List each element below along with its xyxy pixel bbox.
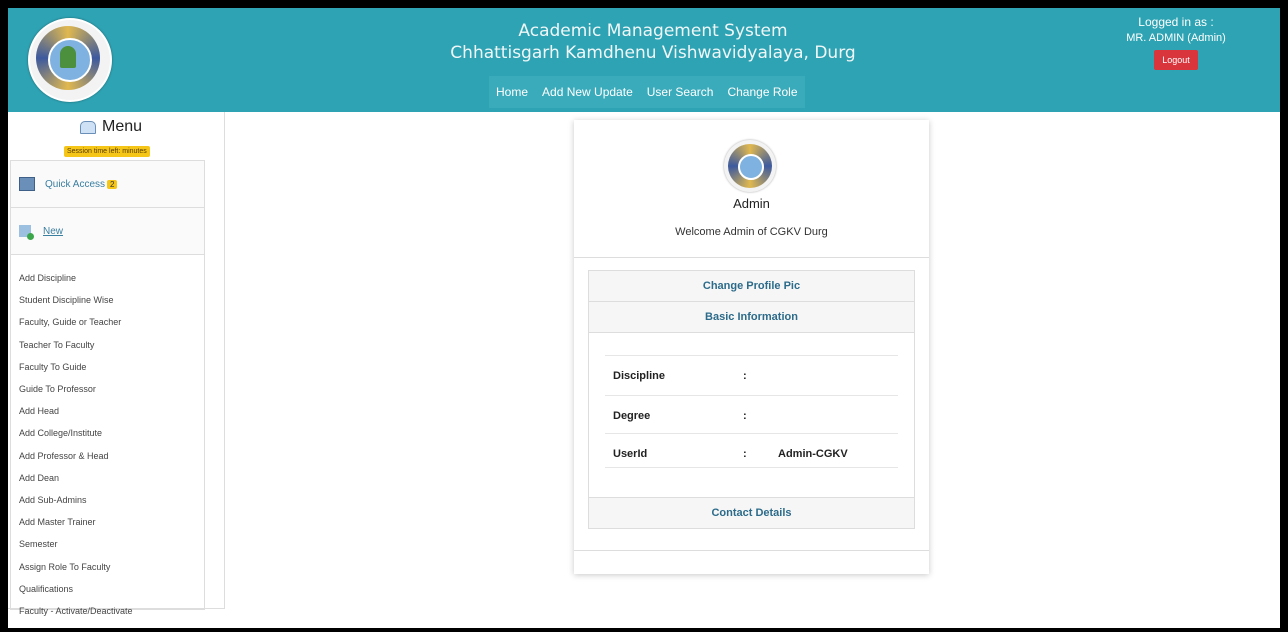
- menu-item-guide-to-professor[interactable]: Guide To Professor: [19, 378, 204, 400]
- info-end-line: [605, 467, 898, 468]
- profile-avatar: [724, 140, 776, 192]
- menu-item-faculty-guide-teacher[interactable]: Faculty, Guide or Teacher: [19, 311, 204, 333]
- nav-home[interactable]: Home: [489, 76, 535, 108]
- top-header: Academic Management System Chhattisgarh …: [8, 8, 1280, 112]
- info-colon: :: [743, 410, 747, 422]
- info-label-degree: Degree: [613, 410, 651, 422]
- menu-item-qualifications[interactable]: Qualifications: [19, 578, 204, 600]
- browser-page: Academic Management System Chhattisgarh …: [8, 8, 1280, 628]
- menu-item-add-professor-head[interactable]: Add Professor & Head: [19, 445, 204, 467]
- menu-item-add-discipline[interactable]: Add Discipline: [19, 267, 204, 289]
- nav-change-role[interactable]: Change Role: [720, 76, 804, 108]
- basic-information-header[interactable]: Basic Information: [588, 301, 915, 333]
- menu-item-add-sub-admins[interactable]: Add Sub-Admins: [19, 489, 204, 511]
- new-document-icon: [19, 225, 34, 240]
- logo-leaf-icon: [60, 46, 76, 68]
- quick-access-label: Quick Access: [45, 178, 106, 190]
- admin-menu-list: Add Discipline Student Discipline Wise F…: [11, 255, 204, 622]
- logout-button[interactable]: Logout: [1154, 50, 1198, 70]
- system-name: Academic Management System: [518, 21, 788, 41]
- profile-card: Admin Welcome Admin of CGKV Durg Change …: [574, 120, 929, 574]
- logged-in-label: Logged in as :: [1138, 15, 1214, 29]
- sidebar-panel: Quick Access 2 New Add Discipline Studen…: [10, 160, 205, 616]
- sidebar: Menu Session time left: minutes Quick Ac…: [8, 112, 225, 616]
- main-nav: Home Add New Update User Search Change R…: [489, 76, 805, 108]
- contact-details-header[interactable]: Contact Details: [588, 497, 915, 529]
- quick-access-count-badge: 2: [107, 179, 118, 189]
- welcome-message: Welcome Admin of CGKV Durg: [675, 226, 828, 238]
- menu-title-text: Menu: [102, 118, 143, 135]
- new-label: New: [43, 225, 64, 237]
- menu-item-teacher-to-faculty[interactable]: Teacher To Faculty: [19, 334, 204, 356]
- menu-item-assign-role-to-faculty[interactable]: Assign Role To Faculty: [19, 556, 204, 578]
- university-name: Chhattisgarh Kamdhenu Vishwavidyalaya, D…: [450, 43, 856, 63]
- session-timer-badge: Session time left: minutes: [64, 146, 150, 157]
- info-value-userid: Admin-CGKV: [778, 448, 848, 460]
- info-row-degree: Degree :: [605, 395, 898, 436]
- avatar-core: [738, 154, 764, 180]
- monitor-icon: [19, 177, 35, 191]
- info-label-discipline: Discipline: [613, 370, 665, 382]
- change-profile-pic-button[interactable]: Change Profile Pic: [588, 270, 915, 302]
- nav-user-search[interactable]: User Search: [640, 76, 721, 108]
- nav-add-new-update[interactable]: Add New Update: [535, 76, 640, 108]
- profile-name: Admin: [733, 196, 770, 211]
- site-title: Academic Management System Chhattisgarh …: [428, 20, 878, 64]
- menu-item-add-dean[interactable]: Add Dean: [19, 467, 204, 489]
- card-bottom-divider: [574, 550, 929, 551]
- info-colon: :: [743, 370, 747, 382]
- menu-icon: [80, 120, 96, 134]
- new-item[interactable]: New: [11, 208, 204, 255]
- menu-item-semester[interactable]: Semester: [19, 533, 204, 555]
- card-divider: [574, 257, 929, 258]
- menu-item-faculty-to-guide[interactable]: Faculty To Guide: [19, 356, 204, 378]
- university-logo: [28, 18, 112, 102]
- basic-information-panel: Discipline : Degree : UserId : Admin-CGK…: [588, 333, 915, 497]
- info-row-discipline: Discipline :: [605, 355, 898, 396]
- menu-item-faculty-activate-deactivate[interactable]: Faculty - Activate/Deactivate: [19, 600, 204, 622]
- menu-heading: Menu: [80, 118, 142, 136]
- menu-item-student-discipline-wise[interactable]: Student Discipline Wise: [19, 289, 204, 311]
- info-label-userid: UserId: [613, 448, 648, 460]
- quick-access-item[interactable]: Quick Access 2: [11, 161, 204, 208]
- menu-item-add-head[interactable]: Add Head: [19, 400, 204, 422]
- current-user: MR. ADMIN (Admin): [1126, 32, 1226, 44]
- info-colon: :: [743, 448, 747, 460]
- menu-item-add-college-institute[interactable]: Add College/Institute: [19, 422, 204, 444]
- login-info: Logged in as : MR. ADMIN (Admin) Logout: [1116, 14, 1236, 70]
- menu-item-add-master-trainer[interactable]: Add Master Trainer: [19, 511, 204, 533]
